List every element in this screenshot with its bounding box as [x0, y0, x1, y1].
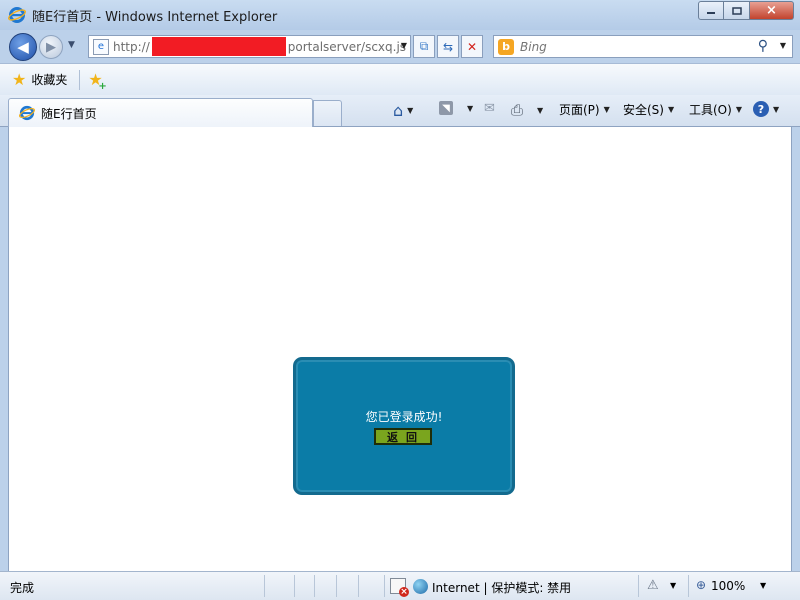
window-title: 随E行首页 - Windows Internet Explorer: [32, 9, 278, 25]
protected-mode-icon[interactable]: ⚠: [647, 578, 659, 593]
close-button[interactable]: ×: [750, 1, 794, 20]
stop-button[interactable]: ✕: [461, 35, 483, 58]
arrow-left-icon: ◀: [17, 38, 29, 56]
favorites-bar: ★ 收藏夹 ★: [0, 63, 800, 95]
printer-icon: ⎙: [511, 101, 524, 119]
ie-logo-icon: [8, 7, 26, 23]
title-bar: 随E行首页 - Windows Internet Explorer ×: [0, 0, 800, 30]
chevron-down-icon[interactable]: ▼: [537, 106, 543, 115]
search-icon[interactable]: ⚲: [758, 38, 768, 54]
stop-icon: ✕: [466, 39, 478, 54]
compatibility-icon: ⧉: [419, 39, 429, 53]
safety-menu-button[interactable]: 安全(S) ▼: [623, 101, 674, 118]
chevron-down-icon: ▼: [667, 105, 675, 114]
favorites-button[interactable]: 收藏夹: [31, 71, 67, 88]
feeds-button[interactable]: ◥ ▼: [439, 101, 473, 115]
compatibility-view-button[interactable]: ⧉: [413, 35, 435, 58]
read-mail-button[interactable]: ✉: [484, 101, 495, 116]
chevron-down-icon: ▼: [603, 105, 610, 114]
security-zone-text[interactable]: Internet | 保护模式: 禁用: [432, 579, 571, 596]
restore-icon: [731, 6, 742, 15]
page-icon: e: [93, 38, 109, 55]
return-button[interactable]: 返回: [374, 428, 432, 445]
redacted-url-segment: [151, 37, 286, 56]
zoom-level[interactable]: 100%: [711, 579, 745, 593]
home-icon: ⌂: [393, 101, 404, 120]
login-success-panel: 您已登录成功! 返回: [293, 357, 515, 495]
arrow-right-icon: ▶: [46, 39, 56, 55]
chevron-down-icon[interactable]: ▼: [670, 581, 676, 590]
zoom-dropdown-icon[interactable]: ▼: [760, 581, 766, 590]
address-bar[interactable]: e http:// portalserver/scxq.js ▼: [88, 35, 411, 58]
divider: [294, 575, 295, 597]
navigation-bar: ◀ ▶ ▼ e http:// portalserver/scxq.js ▼ ⧉…: [0, 30, 800, 63]
minimize-icon: [707, 11, 715, 14]
divider: [358, 575, 359, 597]
bing-logo-icon: b: [498, 38, 514, 55]
page-menu-label: 页面(P): [559, 103, 600, 117]
favorites-star-icon: ★: [12, 70, 27, 89]
internet-zone-icon: [413, 579, 428, 594]
chevron-down-icon[interactable]: ▼: [407, 106, 413, 115]
forward-button[interactable]: ▶: [39, 35, 63, 59]
status-bar: 完成 Internet | 保护模式: 禁用 ⚠ ▼ ⊕ 100% ▼: [0, 571, 800, 600]
back-button[interactable]: ◀: [9, 33, 37, 61]
refresh-button[interactable]: ⇆: [437, 35, 459, 58]
search-options-dropdown[interactable]: ▼: [780, 41, 786, 50]
home-button[interactable]: ⌂ ▼: [393, 101, 413, 120]
mail-icon: ✉: [484, 101, 495, 116]
tab-home[interactable]: 随E行首页: [8, 98, 313, 127]
new-tab-button[interactable]: [313, 100, 342, 126]
url-suffix: portalserver/scxq.js: [287, 39, 407, 54]
address-dropdown-icon[interactable]: ▼: [401, 41, 407, 50]
tools-menu-button[interactable]: 工具(O) ▼: [689, 101, 742, 118]
divider: [79, 69, 81, 90]
success-message: 您已登录成功!: [365, 410, 443, 424]
ie-page-icon: [19, 105, 35, 121]
divider: [384, 575, 385, 597]
page-menu-button[interactable]: 页面(P) ▼: [559, 101, 610, 118]
recent-pages-dropdown[interactable]: ▼: [68, 40, 75, 50]
page-content: 您已登录成功! 返回: [8, 127, 792, 571]
window-controls: ×: [698, 1, 794, 20]
rss-feed-icon: ◥: [439, 101, 453, 115]
divider: [264, 575, 265, 597]
safety-menu-label: 安全(S): [623, 103, 664, 117]
zoom-icon: ⊕: [696, 578, 707, 592]
blocked-content-icon[interactable]: [390, 578, 409, 597]
refresh-icon: ⇆: [442, 39, 454, 54]
chevron-down-icon[interactable]: ▼: [467, 104, 473, 113]
tab-label: 随E行首页: [41, 106, 97, 121]
url-prefix: http://: [113, 39, 150, 54]
tab-command-bar: 随E行首页 ⌂ ▼ ◥ ▼ ✉ ⎙ ▼ 页面(P) ▼ 安全(S) ▼ 工具(O) ▼ ? ▼: [0, 95, 800, 127]
search-box[interactable]: b ⚲ ▼: [493, 35, 793, 58]
divider: [336, 575, 337, 597]
divider: [314, 575, 315, 597]
close-icon: ×: [766, 3, 777, 18]
search-input[interactable]: [520, 39, 720, 54]
divider: [688, 575, 689, 597]
maximize-button[interactable]: [724, 1, 750, 20]
status-text: 完成: [10, 581, 35, 595]
print-button[interactable]: ⎙ ▼: [511, 101, 543, 119]
divider: [638, 575, 639, 597]
help-icon: ?: [753, 101, 769, 117]
tools-menu-label: 工具(O): [689, 103, 732, 117]
add-to-favorites-bar-icon[interactable]: ★: [88, 70, 107, 92]
minimize-button[interactable]: [698, 1, 724, 20]
chevron-down-icon: ▼: [735, 105, 742, 114]
help-button[interactable]: ? ▼: [753, 101, 779, 117]
chevron-down-icon: ▼: [773, 104, 780, 114]
